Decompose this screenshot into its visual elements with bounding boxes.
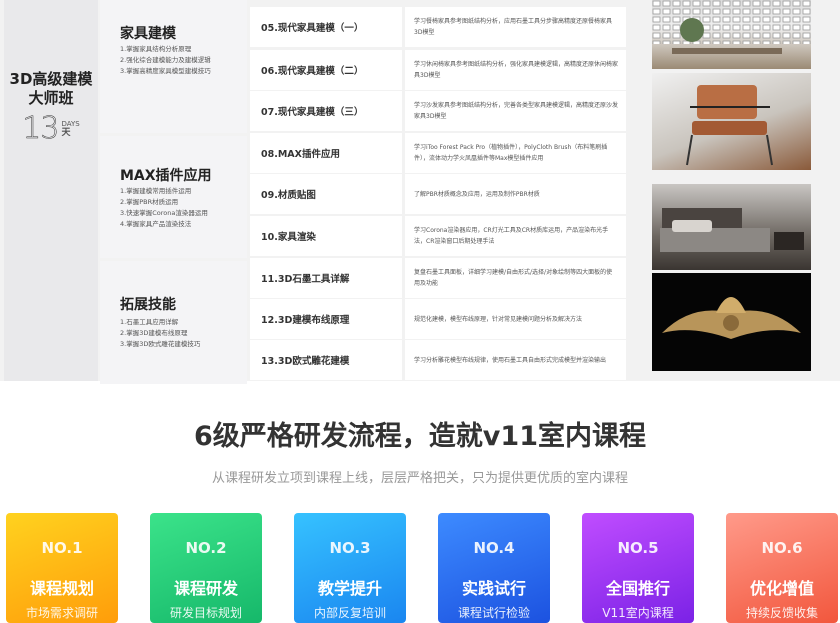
step-detail: V11室内课程: [602, 606, 674, 620]
module-furniture: 家具建模 1.掌握家具结构分析原理 2.强化综合建模能力及建模逻辑 3.掌握高精…: [100, 0, 247, 130]
step-detail: 课程试行检验: [457, 606, 530, 620]
lesson-row: 10.家具渲染 学习Corona渲染器应用，CR灯光工具及CR材质库运用，产品渲…: [250, 216, 626, 256]
module-title: 家具建模: [120, 26, 176, 42]
lesson-name: 10.家具渲染: [250, 216, 402, 256]
step-number: NO.3: [329, 539, 371, 557]
lesson-row: 07.现代家具建模（三） 学习沙发家具参考图纸结构分析，完善各类型家具建模逻辑，…: [250, 91, 626, 131]
lesson-description: 学习休闲椅家具参考图纸结构分析，强化家具建模逻辑，高精度还原休闲椅家具3D模型: [405, 50, 626, 90]
step-name: 优化增值: [749, 579, 814, 598]
step-number: NO.2: [185, 539, 227, 557]
step-card-4: NO.4 实践试行 课程试行检验: [438, 513, 550, 623]
module-points: 1.石墨工具应用详解 2.掌握3D建模布线原理 3.掌握3D欧式雕花建模技巧: [120, 318, 201, 348]
module-points: 1.掌握家具结构分析原理 2.强化综合建模能力及建模逻辑 3.掌握高精度家具模型…: [120, 45, 211, 75]
step-card-1: NO.1 课程规划 市场需求调研: [6, 513, 118, 623]
lesson-row: 13.3D欧式雕花建模 学习分析雕花模型布线规律，使用石墨工具自由形式完成模型并…: [250, 340, 626, 380]
lesson-row: 11.3D石墨工具详解 复盘石墨工具面板，详细学习建模/自由形式/选择/对象绘制…: [250, 258, 626, 298]
module-points: 1.掌握建模常用插件运用 2.掌握PBR材质运用 3.快速掌握Corona渲染器…: [120, 187, 208, 228]
lesson-name: 12.3D建模布线原理: [250, 299, 402, 339]
photo-carved-ornament: [652, 273, 811, 371]
days-number: 13: [22, 111, 60, 146]
bed-image: [660, 208, 804, 252]
curriculum-table: 3D高级建模 大师班 13 DAYS 天 家具建模 1.掌握家具结构分析原理 2…: [0, 0, 840, 384]
section-subtitle: 从课程研发立项到课程上线，层层严格把关，只为提供更优质的室内课程: [211, 471, 628, 486]
step-card-6: NO.6 优化增值 持续反馈收集: [726, 513, 838, 623]
lesson-row: 06.现代家具建模（二） 学习休闲椅家具参考图纸结构分析，强化家具建模逻辑，高精…: [250, 50, 626, 90]
step-name: 课程规划: [29, 579, 94, 598]
lesson-description: 学习沙发家具参考图纸结构分析，完善各类型家具建模逻辑，高精度还原沙发家具3D模型: [405, 91, 626, 131]
lesson-name: 11.3D石墨工具详解: [250, 258, 402, 298]
photo-lattice-table: [652, 0, 811, 69]
lesson-row: 09.材质贴图 了解PBR材质概念及应用，运用及制作PBR材质: [250, 174, 626, 214]
ornament-image: [662, 297, 801, 339]
step-detail: 市场需求调研: [25, 606, 98, 620]
module-title: MAX插件应用: [120, 168, 212, 184]
lesson-name: 13.3D欧式雕花建模: [250, 340, 402, 380]
lesson-description: 学习餐椅家具参考图纸结构分析，应用石墨工具分步骤高精度还原餐椅家具3D模型: [405, 7, 626, 47]
lesson-row: 08.MAX插件应用 学习iToo Forest Pack Pro（植物插件），…: [250, 133, 626, 173]
lattice-pattern-image: [652, 0, 811, 54]
course-header: 3D高级建模 大师班 13 DAYS 天: [4, 0, 98, 381]
lesson-description: 学习Corona渲染器应用，CR灯光工具及CR材质库运用，产品渲染布光手法，CR…: [405, 216, 626, 256]
step-name: 课程研发: [173, 579, 238, 598]
lesson-row: 12.3D建模布线原理 规范化建模，模型布线原理，针对常见建模问题分析及解决方法: [250, 299, 626, 339]
step-number: NO.6: [761, 539, 803, 557]
lesson-name: 06.现代家具建模（二）: [250, 50, 402, 90]
days-unit: DAYS 天: [61, 120, 80, 138]
step-detail: 持续反馈收集: [745, 606, 818, 620]
module-extended-skills: 拓展技能 1.石墨工具应用详解 2.掌握3D建模布线原理 3.掌握3D欧式雕花建…: [100, 258, 247, 384]
step-number: NO.1: [41, 539, 83, 557]
photo-bedroom: [652, 184, 811, 270]
lesson-description: 学习iToo Forest Pack Pro（植物插件），PolyCloth B…: [405, 133, 626, 173]
lesson-name: 07.现代家具建模（三）: [250, 91, 402, 131]
step-number: NO.4: [473, 539, 515, 557]
photo-leather-chair: [652, 73, 811, 170]
lesson-description: 规范化建模，模型布线原理，针对常见建模问题分析及解决方法: [405, 299, 626, 339]
step-number: NO.5: [617, 539, 659, 557]
course-duration: 13 DAYS 天: [22, 111, 80, 146]
module-title: 拓展技能: [120, 297, 176, 313]
lesson-name: 05.现代家具建模（一）: [250, 7, 402, 47]
chair-image: [686, 85, 773, 166]
step-card-3: NO.3 教学提升 内部反复培训: [294, 513, 406, 623]
step-detail: 研发目标规划: [169, 606, 242, 620]
step-name: 全国推行: [605, 579, 670, 598]
step-card-2: NO.2 课程研发 研发目标规划: [150, 513, 262, 623]
module-column: 家具建模 1.掌握家具结构分析原理 2.强化综合建模能力及建模逻辑 3.掌握高精…: [100, 0, 247, 384]
module-max-plugins: MAX插件应用 1.掌握建模常用插件运用 2.掌握PBR材质运用 3.快速掌握C…: [100, 133, 247, 258]
step-name: 教学提升: [317, 579, 382, 598]
step-name: 实践试行: [461, 579, 526, 598]
section-title: 6级严格研发流程，造就v11室内课程: [194, 421, 646, 452]
course-title: 3D高级建模 大师班: [9, 70, 93, 107]
step-detail: 内部反复培训: [313, 606, 386, 620]
lesson-row: 05.现代家具建模（一） 学习餐椅家具参考图纸结构分析，应用石墨工具分步骤高精度…: [250, 7, 626, 47]
step-card-5: NO.5 全国推行 V11室内课程: [582, 513, 694, 623]
lesson-name: 08.MAX插件应用: [250, 133, 402, 173]
lesson-description: 学习分析雕花模型布线规律，使用石墨工具自由形式完成模型并渲染输出: [405, 340, 626, 380]
lesson-description: 复盘石墨工具面板，详细学习建模/自由形式/选择/对象绘制等四大面板的使用及功能: [405, 258, 626, 298]
lesson-name: 09.材质贴图: [250, 174, 402, 214]
lesson-description: 了解PBR材质概念及应用，运用及制作PBR材质: [405, 174, 626, 214]
